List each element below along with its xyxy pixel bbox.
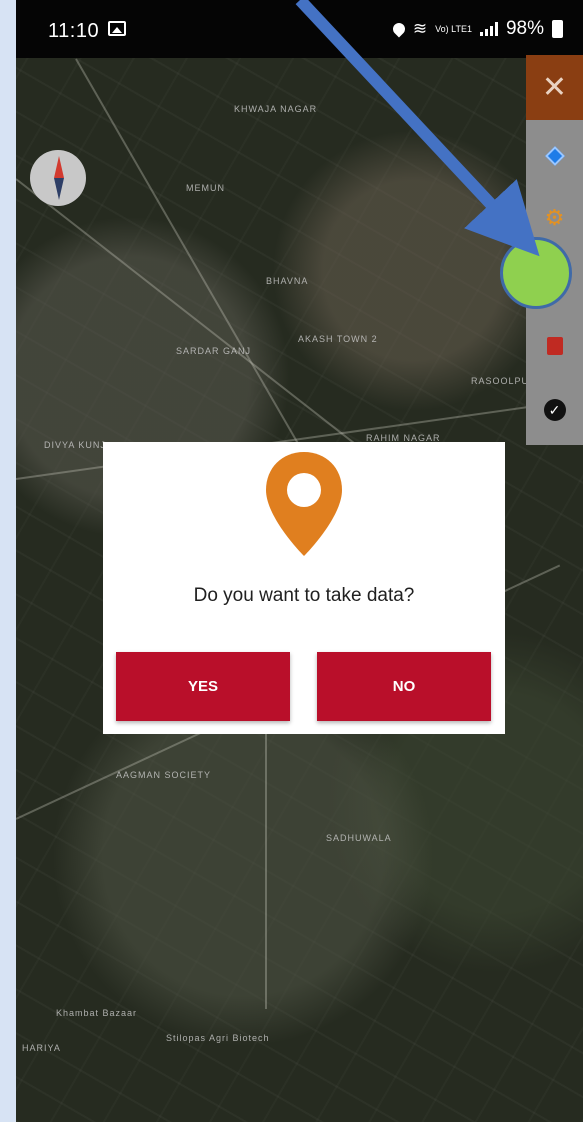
status-icons: ≋ Vo) LTE1 98% <box>390 18 563 40</box>
take-data-dialog: Do you want to take data? YES NO <box>103 442 505 734</box>
phone-screen: 11:10 ≋ Vo) LTE1 98% KHWAJA NAGAR MEMUN … <box>16 0 583 1122</box>
map-label: KHWAJA NAGAR <box>234 104 318 114</box>
compass-icon[interactable] <box>30 150 86 206</box>
lte-label: Vo) LTE1 <box>435 23 472 34</box>
map-label: HARIYA <box>22 1043 61 1053</box>
dialog-question: Do you want to take data? <box>193 585 415 606</box>
map-label: BHAVNA <box>266 276 309 286</box>
map-label: AKASH TOWN 2 <box>298 334 378 344</box>
battery-percent: 98% <box>505 18 544 39</box>
compass-south-needle <box>54 178 64 200</box>
status-time: 11:10 <box>48 20 100 42</box>
map-label: SADHUWALA <box>326 833 392 843</box>
gears-icon[interactable]: ⚙ <box>526 205 583 231</box>
location-pin-icon <box>266 452 342 556</box>
status-bar: 11:10 ≋ Vo) LTE1 98% <box>16 0 583 58</box>
check-icon[interactable]: ✓ <box>526 399 583 421</box>
signal-icon <box>479 22 498 36</box>
close-button[interactable]: ✕ <box>526 55 583 120</box>
no-button[interactable]: NO <box>317 652 491 721</box>
highlight-dot <box>500 237 572 309</box>
map-label: Stilopas Agri Biotech <box>166 1033 270 1043</box>
map-label: AAGMAN SOCIETY <box>116 770 212 780</box>
battery-icon <box>552 20 563 38</box>
save-icon[interactable] <box>526 337 583 360</box>
map-label: SARDAR GANJ <box>176 346 252 356</box>
yes-button[interactable]: YES <box>116 652 290 721</box>
wifi-icon: ≋ <box>412 19 428 38</box>
location-diamond-icon[interactable] <box>526 146 583 168</box>
map-label: MEMUN <box>186 183 225 193</box>
map-label: DIVYA KUNJ <box>44 440 106 450</box>
location-icon <box>390 20 408 38</box>
gallery-icon <box>108 21 126 36</box>
map-label: Khambat Bazaar <box>56 1008 138 1018</box>
compass-north-needle <box>54 156 64 178</box>
